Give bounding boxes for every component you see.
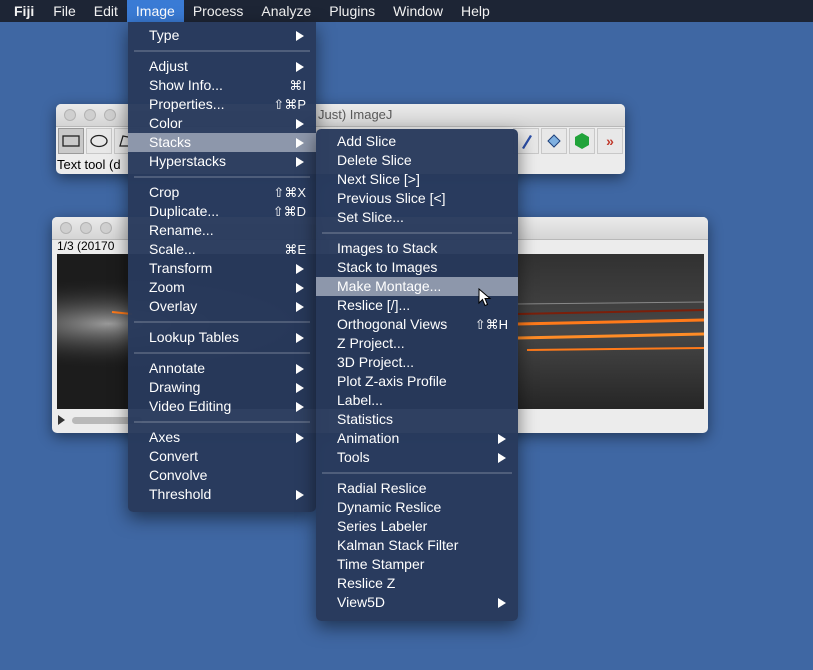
menu-item-lookup-tables[interactable]: Lookup Tables [128,328,316,347]
menu-item-axes[interactable]: Axes [128,428,316,447]
menu-fiji[interactable]: Fiji [0,0,44,22]
menu-item-radial-reslice[interactable]: Radial Reslice [316,479,518,498]
menu-item-crop[interactable]: Crop ⇧⌘X [128,183,316,202]
submenu-arrow-icon [296,31,304,41]
submenu-arrow-icon [498,598,506,608]
image-minimize-button[interactable] [80,222,92,234]
menu-item-tools[interactable]: Tools [316,448,518,467]
menu-process[interactable]: Process [184,0,253,22]
submenu-arrow-icon [296,157,304,167]
menu-item-duplicate[interactable]: Duplicate... ⇧⌘D [128,202,316,221]
submenu-arrow-icon [296,138,304,148]
submenu-arrow-icon [296,283,304,293]
menu-edit[interactable]: Edit [85,0,127,22]
menu-item-hyperstacks[interactable]: Hyperstacks [128,152,316,171]
menu-item-images-to-stack[interactable]: Images to Stack [316,239,518,258]
separator [134,352,310,354]
menu-item-annotate[interactable]: Annotate [128,359,316,378]
menu-item-stacks[interactable]: Stacks [128,133,316,152]
menu-image[interactable]: Image [126,0,184,22]
menu-item-stack-to-images[interactable]: Stack to Images [316,258,518,277]
menu-item-rename[interactable]: Rename... [128,221,316,240]
menu-item-plot-z-axis-profile[interactable]: Plot Z-axis Profile [316,372,518,391]
submenu-arrow-icon [296,333,304,343]
submenu-arrow-icon [498,434,506,444]
close-button[interactable] [64,109,76,121]
oval-tool-icon[interactable] [86,128,112,154]
menu-item-reslice-z[interactable]: Reslice Z [316,574,518,593]
menu-item-delete-slice[interactable]: Delete Slice [316,151,518,170]
menu-item-animation[interactable]: Animation [316,429,518,448]
submenu-arrow-icon [296,402,304,412]
separator [134,50,310,52]
menu-item-kalman-stack-filter[interactable]: Kalman Stack Filter [316,536,518,555]
separator [134,176,310,178]
menubar: Fiji File Edit Image Process Analyze Plu… [0,0,813,22]
menu-item-video-editing[interactable]: Video Editing [128,397,316,416]
more-tools-icon[interactable]: » [597,128,623,154]
menu-item-add-slice[interactable]: Add Slice [316,132,518,151]
image-menu: Type Adjust Show Info... ⌘I Properties...… [128,22,316,512]
lut-tool-icon[interactable] [569,128,595,154]
submenu-arrow-icon [296,119,304,129]
menu-help[interactable]: Help [452,0,499,22]
rectangle-tool-icon[interactable] [58,128,84,154]
menu-item-threshold[interactable]: Threshold [128,485,316,504]
zoom-button[interactable] [104,109,116,121]
image-close-button[interactable] [60,222,72,234]
image-info: 1/3 (20170 [57,239,115,253]
menu-item-label[interactable]: Label... [316,391,518,410]
separator [322,232,512,234]
menu-item-series-labeler[interactable]: Series Labeler [316,517,518,536]
menu-item-view5d[interactable]: View5D [316,593,518,612]
menu-item-next-slice[interactable]: Next Slice [>] [316,170,518,189]
minimize-button[interactable] [84,109,96,121]
menu-item-scale[interactable]: Scale... ⌘E [128,240,316,259]
menu-item-overlay[interactable]: Overlay [128,297,316,316]
menu-item-statistics[interactable]: Statistics [316,410,518,429]
status-text: Text tool (d [57,157,121,172]
submenu-arrow-icon [296,383,304,393]
separator [134,421,310,423]
menu-window[interactable]: Window [384,0,452,22]
menu-item-drawing[interactable]: Drawing [128,378,316,397]
menu-analyze[interactable]: Analyze [252,0,320,22]
submenu-arrow-icon [296,62,304,72]
menu-plugins[interactable]: Plugins [320,0,384,22]
image-zoom-button[interactable] [100,222,112,234]
submenu-arrow-icon [296,433,304,443]
separator [134,321,310,323]
submenu-arrow-icon [498,453,506,463]
submenu-arrow-icon [296,302,304,312]
menu-item-z-project[interactable]: Z Project... [316,334,518,353]
submenu-arrow-icon [296,264,304,274]
window-title: Just) ImageJ [318,107,393,122]
menu-item-adjust[interactable]: Adjust [128,57,316,76]
play-arrow-icon[interactable] [58,415,65,425]
menu-item-dynamic-reslice[interactable]: Dynamic Reslice [316,498,518,517]
menu-item-time-stamper[interactable]: Time Stamper [316,555,518,574]
menu-item-properties[interactable]: Properties... ⇧⌘P [128,95,316,114]
submenu-arrow-icon [296,364,304,374]
menu-item-type[interactable]: Type [128,26,316,45]
menu-item-color[interactable]: Color [128,114,316,133]
menu-item-orthogonal-views[interactable]: Orthogonal Views ⇧⌘H [316,315,518,334]
menu-item-3d-project[interactable]: 3D Project... [316,353,518,372]
menu-item-set-slice[interactable]: Set Slice... [316,208,518,227]
menu-file[interactable]: File [44,0,85,22]
flood-fill-tool-icon[interactable] [541,128,567,154]
submenu-arrow-icon [296,490,304,500]
stacks-submenu: Add Slice Delete Slice Next Slice [>] Pr… [316,129,518,621]
separator [322,472,512,474]
menu-item-previous-slice[interactable]: Previous Slice [<] [316,189,518,208]
menu-item-transform[interactable]: Transform [128,259,316,278]
menu-item-convolve[interactable]: Convolve [128,466,316,485]
menu-item-show-info[interactable]: Show Info... ⌘I [128,76,316,95]
menu-item-zoom[interactable]: Zoom [128,278,316,297]
menu-item-convert[interactable]: Convert [128,447,316,466]
